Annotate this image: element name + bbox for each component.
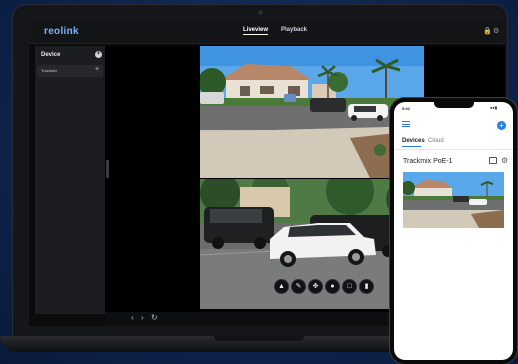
sidebar-item-label: Trackmix — [41, 68, 58, 73]
sidebar-collapse-handle[interactable] — [106, 160, 109, 178]
sidebar-header: Device — [41, 52, 61, 58]
tab-devices[interactable]: Devices — [402, 138, 425, 144]
chevron-right-icon[interactable]: › — [141, 313, 144, 322]
street-scene-thumbnail — [403, 172, 504, 228]
webcam-icon — [258, 10, 263, 15]
tab-divider — [394, 149, 513, 150]
tab-cloud[interactable]: Cloud — [428, 138, 444, 144]
device-sidebar: Device + Trackmix + — [35, 46, 105, 314]
status-time: 9:41 — [402, 106, 411, 111]
record-icon[interactable]: ▮ — [359, 279, 374, 294]
add-device-button[interactable]: + — [95, 51, 102, 58]
phone-frame: 9:41 ●●▮ + Devices Cloud Trackmix PoE-1 … — [389, 97, 518, 364]
liveview-controls: ▲ ✎ ✥ ● □ ▮ — [274, 279, 374, 294]
add-device-button[interactable]: + — [497, 121, 506, 130]
device-name: Trackmix PoE-1 — [403, 158, 453, 165]
phone-notch — [434, 102, 474, 108]
pen-icon[interactable]: ✎ — [291, 279, 306, 294]
expand-icon[interactable]: + — [95, 66, 99, 73]
sidebar-item-trackmix[interactable]: Trackmix + — [37, 65, 103, 77]
laptop-base-notch — [214, 336, 304, 341]
menu-icon[interactable] — [402, 121, 410, 127]
device-thumbnail[interactable] — [403, 172, 504, 228]
status-icons: ●●▮ — [490, 105, 498, 110]
chevron-left-icon[interactable]: ‹ — [131, 313, 134, 322]
snapshot-icon[interactable]: □ — [342, 279, 357, 294]
refresh-icon[interactable]: ↻ — [151, 313, 158, 322]
mic-icon[interactable]: ● — [325, 279, 340, 294]
multiview-icon[interactable] — [489, 157, 497, 164]
phone-screen: 9:41 ●●▮ + Devices Cloud Trackmix PoE-1 … — [394, 102, 513, 360]
device-settings-icon[interactable]: ⚙ — [501, 156, 508, 165]
siren-icon[interactable]: ▲ — [274, 279, 289, 294]
tab-active-underline — [402, 146, 421, 147]
ptz-icon[interactable]: ✥ — [308, 279, 323, 294]
